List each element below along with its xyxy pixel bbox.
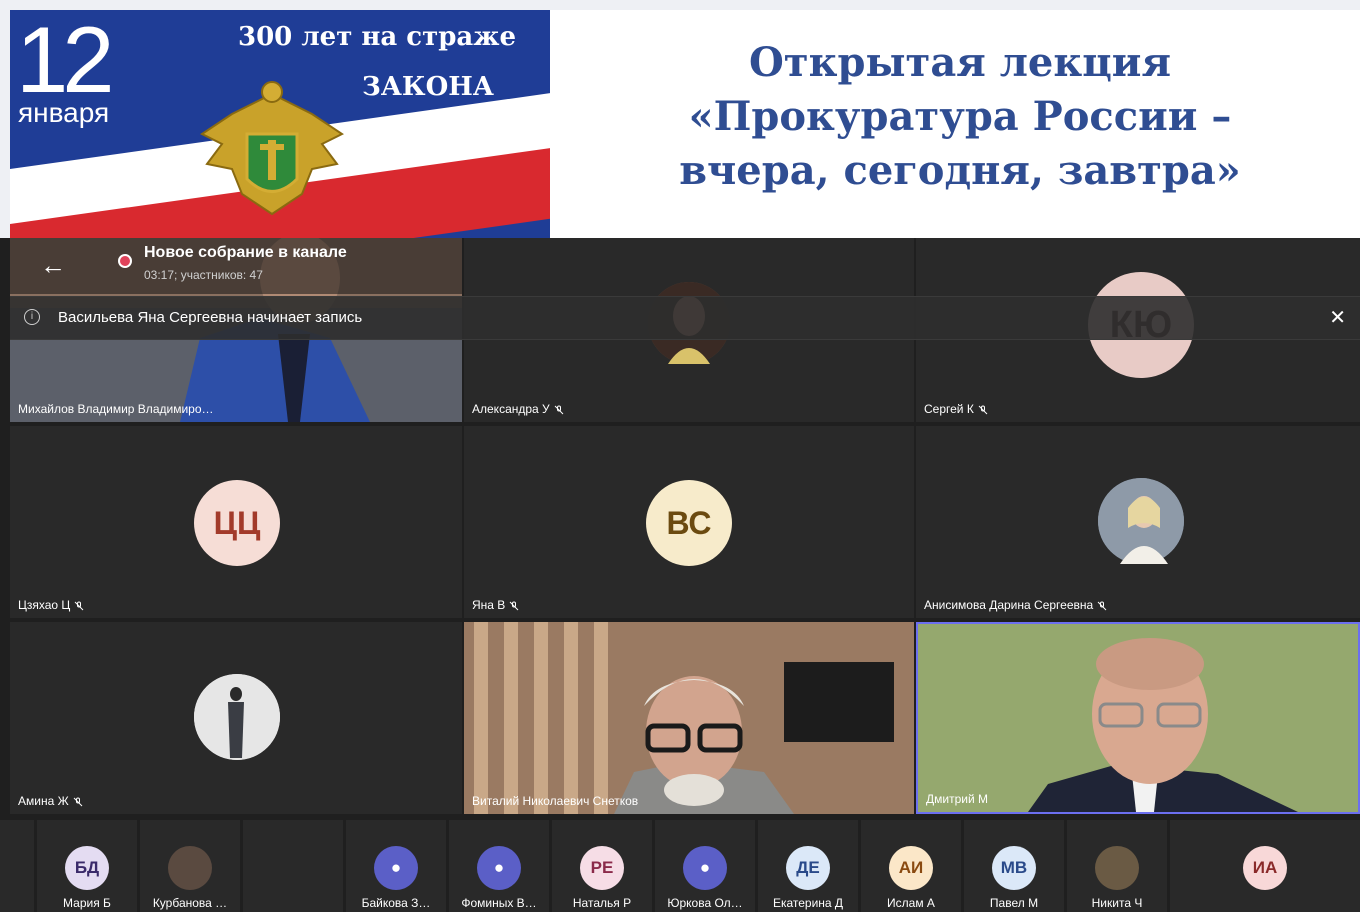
mic-off-icon <box>73 796 83 807</box>
video-tile-4[interactable]: ЦЦ Цзяхао Ц <box>10 426 462 618</box>
avatar-initials: ВС <box>646 480 732 566</box>
avatar-photo <box>1098 478 1184 564</box>
lecture-title-line1: Открытая лекция <box>748 39 1172 86</box>
mic-off-icon <box>554 404 564 415</box>
avatar-photo <box>1095 846 1139 890</box>
video-tile-5[interactable]: ВС Яна В <box>464 426 914 618</box>
date-month: января <box>18 97 110 128</box>
meeting-subtitle: 03:17; участников: 47 <box>144 268 263 282</box>
date-day: 12 <box>16 10 115 112</box>
participant-name: Дмитрий М <box>926 792 988 806</box>
participant-strip: БД Мария Б Курбанова … ● Байкова З… ● Фо… <box>0 818 1360 912</box>
participant-name: Сергей К <box>924 402 988 416</box>
avatar-photo <box>194 674 280 760</box>
strip-tile[interactable]: ● Фоминых В… <box>449 820 549 912</box>
strip-name: Курбанова … <box>152 896 228 910</box>
avatar-initials: ИА <box>1243 846 1287 890</box>
participant-name: Михайлов Владимир Владимиро… <box>18 402 214 416</box>
avatar-initials: ЦЦ <box>194 480 280 566</box>
mic-off-icon <box>978 404 988 415</box>
recording-notice-bar: i Васильева Яна Сергеевна начинает запис… <box>10 296 1360 340</box>
avatar-photo <box>168 846 212 890</box>
strip-tile[interactable]: МВ Павел М <box>964 820 1064 912</box>
person-icon: ● <box>683 846 727 890</box>
meeting-view: Михайлов Владимир Владимиро… Александра … <box>0 238 1360 912</box>
strip-tile[interactable]: ДЕ Екатерина Д <box>758 820 858 912</box>
strip-name: Мария Б <box>63 896 111 910</box>
strip-name: Байкова З… <box>361 896 431 910</box>
strip-name: Фоминых В… <box>461 896 537 910</box>
avatar-initials: БД <box>65 846 109 890</box>
video-feed <box>464 622 914 814</box>
strip-name: Юркова Ол… <box>667 896 743 910</box>
strip-tile[interactable]: РЕ Наталья Р <box>552 820 652 912</box>
meeting-title: Новое собрание в канале <box>144 244 347 261</box>
participant-name: Александра У <box>472 402 564 416</box>
strip-name: Наталья Р <box>572 896 632 910</box>
recording-indicator-icon <box>118 254 132 268</box>
strip-tile[interactable]: Курбанова … <box>140 820 240 912</box>
video-tile-9-active-speaker[interactable]: Дмитрий М <box>916 622 1360 814</box>
lecture-banner: 12 января 300 лет на страже ЗАКОНА Откры… <box>10 10 1360 242</box>
avatar-initials: ДЕ <box>786 846 830 890</box>
person-icon: ● <box>374 846 418 890</box>
avatar-initials: АИ <box>889 846 933 890</box>
close-icon[interactable]: ✕ <box>1329 305 1346 330</box>
strip-name: Ислам А <box>887 896 935 910</box>
back-arrow-icon[interactable]: ← <box>40 250 66 281</box>
strip-tile[interactable]: ИА <box>1170 820 1360 912</box>
strip-tile[interactable]: Никита Ч <box>1067 820 1167 912</box>
video-tile-8[interactable]: Виталий Николаевич Снетков <box>464 622 914 814</box>
strip-tile[interactable]: ● Байкова З… <box>346 820 446 912</box>
mic-off-icon <box>1097 600 1107 611</box>
strip-tile[interactable]: ● Юркова Ол… <box>655 820 755 912</box>
mic-off-icon <box>509 600 519 611</box>
participant-name: Амина Ж <box>18 794 83 808</box>
flag-graphic: 12 января 300 лет на страже ЗАКОНА <box>10 10 550 242</box>
strip-name: Никита Ч <box>1091 896 1143 910</box>
participant-name: Яна В <box>472 598 519 612</box>
strip-name: Екатерина Д <box>772 896 844 910</box>
slogan-line2: ЗАКОНА <box>362 72 494 102</box>
avatar-initials: МВ <box>992 846 1036 890</box>
participant-name: Анисимова Дарина Сергеевна <box>924 598 1107 612</box>
video-tile-6[interactable]: Анисимова Дарина Сергеевна <box>916 426 1360 618</box>
participant-name: Цзяхао Ц <box>18 598 84 612</box>
meeting-header: ← Новое собрание в канале 03:17; участни… <box>10 238 462 294</box>
person-icon: ● <box>477 846 521 890</box>
info-icon: i <box>24 309 40 325</box>
strip-tile[interactable]: АИ Ислам А <box>861 820 961 912</box>
strip-tile[interactable] <box>243 820 343 912</box>
video-tile-7[interactable]: Амина Ж <box>10 622 462 814</box>
lecture-title-line3: вчера, сегодня, завтра» <box>679 147 1241 194</box>
strip-tile[interactable]: БД Мария Б <box>37 820 137 912</box>
strip-tile[interactable] <box>0 820 34 912</box>
strip-name: Павел М <box>989 896 1039 910</box>
prosecutor-emblem-icon <box>200 81 344 216</box>
mic-off-icon <box>74 600 84 611</box>
lecture-title-line2: «Прокуратура России – <box>688 93 1232 140</box>
video-feed <box>918 624 1358 812</box>
participant-name: Виталий Николаевич Снетков <box>472 794 639 808</box>
avatar-initials: РЕ <box>580 846 624 890</box>
slogan-line1: 300 лет на страже <box>238 22 517 52</box>
recording-notice-text: Васильева Яна Сергеевна начинает запись <box>58 309 363 326</box>
lecture-title: Открытая лекция «Прокуратура России – вч… <box>660 36 1260 198</box>
